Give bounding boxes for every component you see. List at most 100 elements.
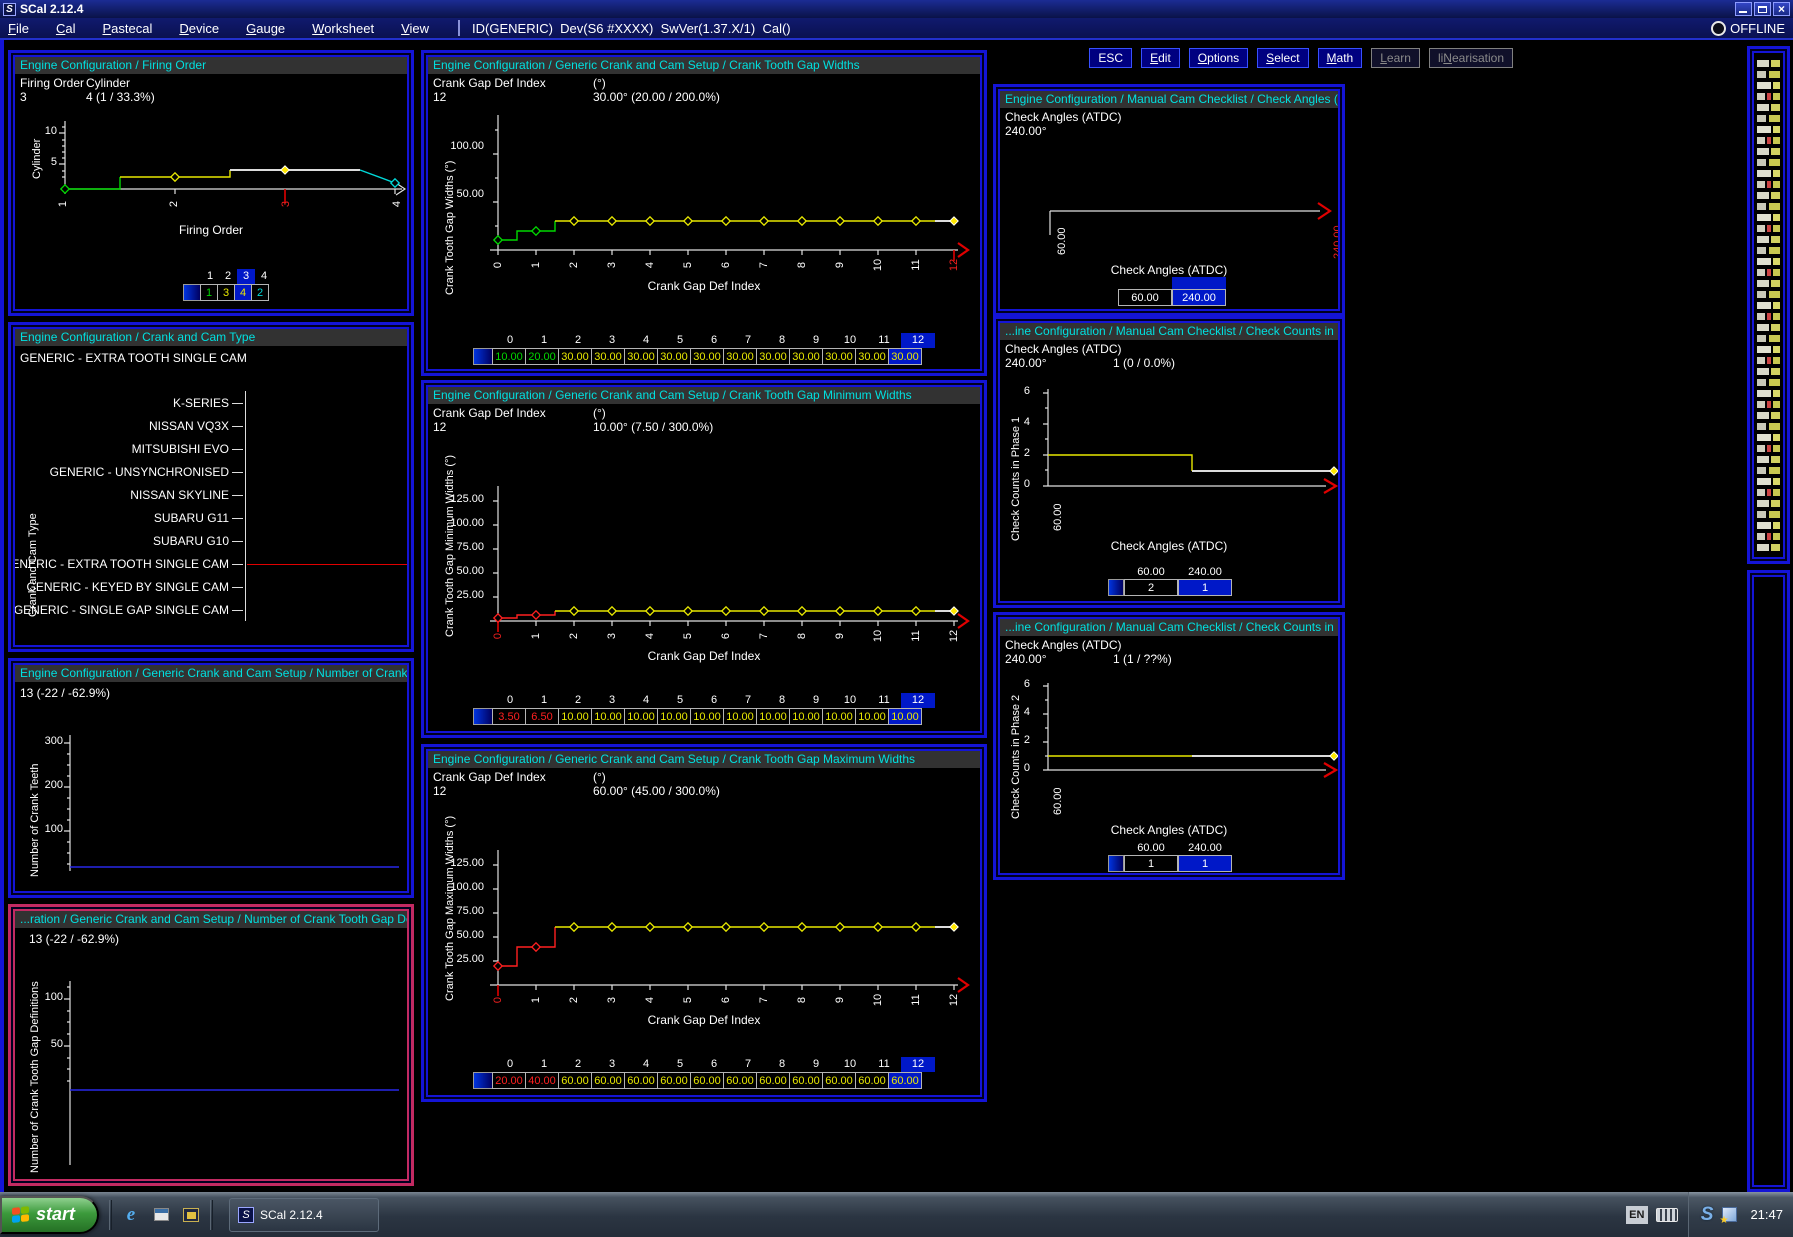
task-button-scal[interactable]: S SCal 2.12.4 (229, 1198, 379, 1232)
column-header[interactable]: 0 (493, 1057, 527, 1072)
panel-title[interactable]: Engine Configuration / Crank and Cam Typ… (15, 329, 407, 346)
table-cell[interactable]: 10.00 (690, 708, 724, 725)
column-header[interactable]: 3 (595, 1057, 629, 1072)
menu-item[interactable]: Pastecal (102, 21, 152, 36)
panel-title[interactable]: Engine Configuration / Generic Crank and… (428, 751, 980, 768)
column-header[interactable]: 7 (731, 693, 765, 708)
table-cell[interactable]: 30.00 (855, 348, 889, 365)
table-cell[interactable]: 1 (1178, 579, 1232, 596)
column-header[interactable]: 0 (493, 333, 527, 348)
column-header[interactable]: 2 (561, 1057, 595, 1072)
table-cell[interactable]: 2 (251, 284, 269, 301)
toolbar-button[interactable]: Edit (1141, 48, 1180, 68)
table-cell[interactable]: 10.00 (888, 708, 922, 725)
scal-tray-icon[interactable]: S (1701, 1204, 1714, 1226)
panel-title[interactable]: Engine Configuration / Generic Crank and… (15, 665, 407, 682)
menu-item[interactable]: File (8, 21, 29, 36)
table-cell[interactable]: 240.00 (1172, 289, 1226, 306)
table-cell[interactable]: 30.00 (756, 348, 790, 365)
panel-title[interactable]: ...ine Configuration / Manual Cam Checkl… (1000, 323, 1338, 340)
table-cell[interactable]: 10.00 (855, 708, 889, 725)
column-header[interactable]: 7 (731, 1057, 765, 1072)
titlebar[interactable]: S SCal 2.12.4 × (0, 0, 1793, 18)
column-header[interactable]: 6 (697, 1057, 731, 1072)
column-header[interactable]: 240.00 (1178, 841, 1232, 855)
column-header[interactable]: 1 (527, 1057, 561, 1072)
column-header[interactable]: 11 (867, 1057, 901, 1072)
table-cell[interactable]: 60.00 (591, 1072, 625, 1089)
table-cell[interactable]: 10.00 (558, 708, 592, 725)
menu-item[interactable]: Device (179, 21, 219, 36)
table-cell[interactable]: 10.00 (624, 708, 658, 725)
column-header[interactable]: 5 (663, 333, 697, 348)
panel-title[interactable]: Engine Configuration / Firing Order (15, 57, 407, 74)
column-header[interactable]: 11 (867, 693, 901, 708)
toolbar-button[interactable]: ESC (1089, 48, 1132, 68)
table-cell[interactable]: 1 (1178, 855, 1232, 872)
column-header[interactable]: 5 (663, 693, 697, 708)
table-cell[interactable]: 10.00 (723, 708, 757, 725)
table-cell[interactable]: 30.00 (789, 348, 823, 365)
selected-column-header[interactable] (1172, 277, 1226, 289)
column-header[interactable]: 3 (595, 333, 629, 348)
column-header[interactable]: 10 (833, 333, 867, 348)
table-cell[interactable]: 30.00 (591, 348, 625, 365)
table-cell[interactable]: 30.00 (558, 348, 592, 365)
panel-title[interactable]: Engine Configuration / Generic Crank and… (428, 387, 980, 404)
crank-type-option[interactable]: NISSAN VQ3X (21, 414, 245, 437)
crank-type-option[interactable]: K-SERIES (21, 391, 245, 414)
column-header[interactable]: 10 (833, 1057, 867, 1072)
panel-title[interactable]: ...ration / Generic Crank and Cam Setup … (15, 911, 407, 928)
crank-type-option[interactable]: GENERIC - EXTRA TOOTH SINGLE CAM (21, 552, 245, 575)
table-cell[interactable]: 10.00 (756, 708, 790, 725)
column-header[interactable]: 1 (527, 693, 561, 708)
menu-item[interactable]: Gauge (246, 21, 285, 36)
table-cell[interactable]: 30.00 (690, 348, 724, 365)
column-header[interactable]: 9 (799, 333, 833, 348)
column-header[interactable]: 5 (663, 1057, 697, 1072)
table-cell[interactable]: 30.00 (888, 348, 922, 365)
column-header[interactable]: 60.00 (1124, 841, 1178, 855)
table-cell[interactable]: 60.00 (888, 1072, 922, 1089)
table-cell[interactable]: 10.00 (789, 708, 823, 725)
column-header[interactable]: 3 (237, 269, 255, 284)
show-desktop-icon[interactable] (150, 1204, 172, 1226)
panel-title[interactable]: Engine Configuration / Manual Cam Checkl… (1000, 91, 1338, 108)
column-header[interactable]: 11 (867, 333, 901, 348)
table-cell[interactable]: 4 (234, 284, 252, 301)
column-header[interactable]: 9 (799, 693, 833, 708)
maximize-button[interactable] (1754, 2, 1771, 16)
table-cell[interactable]: 20.00 (525, 348, 559, 365)
table-cell[interactable]: 30.00 (657, 348, 691, 365)
panel-title[interactable]: ...ine Configuration / Manual Cam Checkl… (1000, 619, 1338, 636)
table-cell[interactable]: 3.50 (492, 708, 526, 725)
column-header[interactable]: 240.00 (1178, 565, 1232, 579)
toolbar-button[interactable]: Math (1318, 48, 1363, 68)
column-header[interactable]: 7 (731, 333, 765, 348)
table-cell[interactable]: 20.00 (492, 1072, 526, 1089)
column-header[interactable]: 0 (493, 693, 527, 708)
table-cell[interactable]: 1 (1124, 855, 1178, 872)
column-header[interactable]: 4 (629, 333, 663, 348)
column-header[interactable]: 12 (901, 333, 935, 348)
table-cell[interactable]: 10.00 (591, 708, 625, 725)
column-header[interactable]: 60.00 (1124, 565, 1178, 579)
column-header[interactable]: 9 (799, 1057, 833, 1072)
column-header[interactable]: 8 (765, 1057, 799, 1072)
column-header[interactable]: 4 (255, 269, 273, 284)
toolbar-button[interactable]: Learn (1371, 48, 1420, 68)
table-cell[interactable]: 30.00 (624, 348, 658, 365)
table-cell[interactable]: 60.00 (558, 1072, 592, 1089)
start-button[interactable]: start (0, 1196, 99, 1234)
app-shortcut-icon[interactable] (180, 1204, 202, 1226)
panel-title[interactable]: Engine Configuration / Generic Crank and… (428, 57, 980, 74)
table-cell[interactable]: 40.00 (525, 1072, 559, 1089)
menu-item[interactable]: View (401, 21, 429, 36)
table-cell[interactable]: 10.00 (492, 348, 526, 365)
minimize-button[interactable] (1735, 2, 1752, 16)
crank-type-option[interactable]: GENERIC - KEYED BY SINGLE CAM (21, 575, 245, 598)
table-cell[interactable]: 60.00 (822, 1072, 856, 1089)
table-cell[interactable]: 30.00 (822, 348, 856, 365)
crank-type-option[interactable]: MITSUBISHI EVO (21, 437, 245, 460)
table-cell[interactable]: 60.00 (657, 1072, 691, 1089)
